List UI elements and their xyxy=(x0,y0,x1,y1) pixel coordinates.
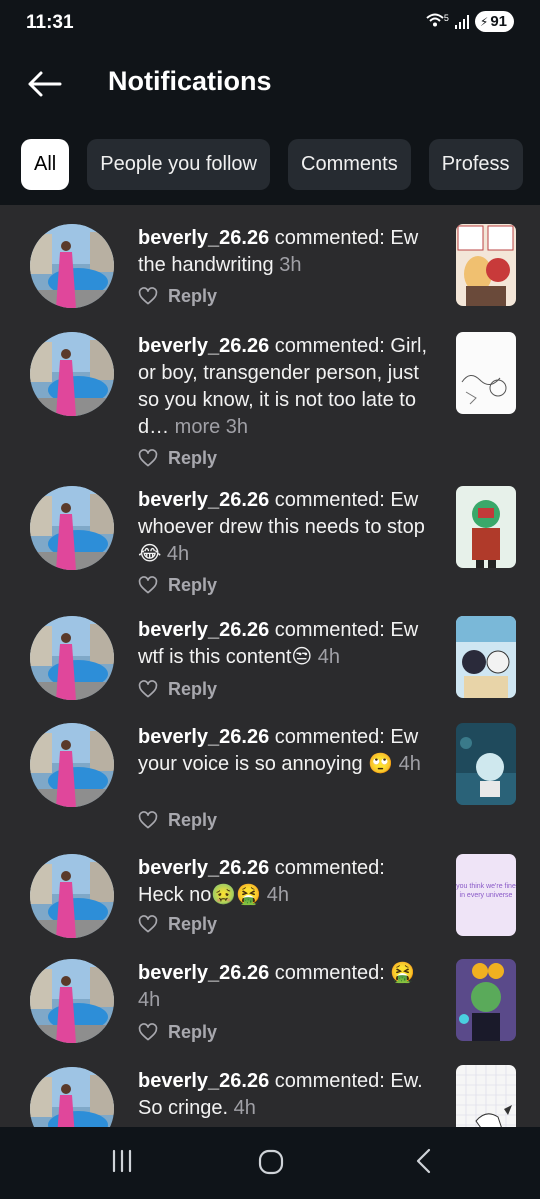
status-time: 11:31 xyxy=(26,12,74,33)
back-arrow-icon[interactable] xyxy=(24,64,64,104)
reply-button[interactable]: Reply xyxy=(168,914,217,935)
notification-text: beverly_26.26 commented: Ew wtf is this … xyxy=(138,617,430,671)
tab-comments[interactable]: Comments xyxy=(288,139,411,190)
notification-text: beverly_26.26 commented: Ew the handwrit… xyxy=(138,225,430,279)
page-title: Notifications xyxy=(108,66,272,96)
post-thumbnail[interactable]: you think we're fine in every universe xyxy=(456,854,516,936)
signal-icon xyxy=(454,14,469,29)
post-thumbnail[interactable] xyxy=(456,723,516,805)
notification-text: beverly_26.26 commented: Ew. So cringe. … xyxy=(138,1068,430,1122)
top-area: 11:31 5 ⚡ 91 Notifications All People yo… xyxy=(0,0,540,205)
avatar[interactable] xyxy=(30,854,114,938)
timestamp: 4h xyxy=(228,1097,256,1119)
heart-icon[interactable] xyxy=(138,914,158,935)
reply-row: Reply xyxy=(138,448,217,469)
timestamp: 4h xyxy=(312,646,341,668)
thumbnail-caption: you think we're fine in every universe xyxy=(456,883,516,899)
timestamp: 4h xyxy=(161,543,190,565)
username[interactable]: beverly_26.26 xyxy=(138,726,269,748)
notification-text: beverly_26.26 commented: Ew whoever drew… xyxy=(138,487,430,568)
system-navigation-bar xyxy=(0,1127,540,1199)
notification-list: beverly_26.26 commented: Ew the handwrit… xyxy=(0,205,540,1127)
notification-text: beverly_26.26 commented: Ew your voice i… xyxy=(138,724,430,778)
reply-row: Reply xyxy=(138,286,217,307)
avatar[interactable] xyxy=(30,332,114,416)
heart-icon[interactable] xyxy=(138,286,158,307)
reply-button[interactable]: Reply xyxy=(168,679,217,700)
username[interactable]: beverly_26.26 xyxy=(138,857,269,879)
wifi-badge: 5 xyxy=(443,12,449,23)
comment-text: Heck no🤢🤮 xyxy=(138,884,262,906)
action-text: commented: xyxy=(269,857,385,879)
reply-row: Reply xyxy=(138,679,217,700)
reply-row: Reply xyxy=(138,1022,217,1043)
reply-button[interactable]: Reply xyxy=(168,575,217,596)
status-bar: 11:31 5 ⚡ 91 xyxy=(0,0,540,48)
username[interactable]: beverly_26.26 xyxy=(138,227,269,249)
timestamp: 3h xyxy=(273,254,302,276)
avatar[interactable] xyxy=(30,616,114,700)
battery-indicator: ⚡ 91 xyxy=(474,11,514,32)
heart-icon[interactable] xyxy=(138,679,158,700)
notification-text: beverly_26.26 commented: 🤮 4h xyxy=(138,960,430,1014)
action-text: commented: xyxy=(269,1070,385,1092)
action-text: commented: xyxy=(269,489,385,511)
post-thumbnail[interactable] xyxy=(456,959,516,1041)
post-thumbnail[interactable] xyxy=(456,616,516,698)
tab-all[interactable]: All xyxy=(21,139,70,190)
avatar[interactable] xyxy=(30,486,114,570)
more-link[interactable]: more xyxy=(169,416,221,438)
action-text: commented: xyxy=(269,335,385,357)
username[interactable]: beverly_26.26 xyxy=(138,335,269,357)
home-icon[interactable] xyxy=(256,1147,286,1182)
post-thumbnail[interactable] xyxy=(456,1065,516,1127)
reply-button[interactable]: Reply xyxy=(168,810,217,831)
heart-icon[interactable] xyxy=(138,448,158,469)
reply-row: Reply xyxy=(138,914,217,935)
post-thumbnail[interactable] xyxy=(456,332,516,414)
timestamp: 4h xyxy=(393,753,421,775)
username[interactable]: beverly_26.26 xyxy=(138,1070,269,1092)
tab-professional[interactable]: Profess xyxy=(428,139,523,190)
app-bar: Notifications xyxy=(0,48,540,120)
status-icons: 5 ⚡ 91 xyxy=(426,11,514,32)
charging-icon: ⚡ xyxy=(479,14,489,29)
comment-text: 🤮 xyxy=(384,962,416,984)
post-thumbnail[interactable] xyxy=(456,486,516,568)
reply-row: Reply xyxy=(138,810,217,831)
timestamp: 4h xyxy=(138,989,161,1011)
battery-level: 91 xyxy=(490,13,507,30)
username[interactable]: beverly_26.26 xyxy=(138,619,269,641)
avatar[interactable] xyxy=(30,723,114,807)
action-text: commented: xyxy=(269,962,385,984)
action-text: commented: xyxy=(269,227,385,249)
avatar[interactable] xyxy=(30,224,114,308)
timestamp: 3h xyxy=(220,416,249,438)
username[interactable]: beverly_26.26 xyxy=(138,962,269,984)
heart-icon[interactable] xyxy=(138,810,158,831)
timestamp: 4h xyxy=(261,884,289,906)
notification-text: beverly_26.26 commented: Heck no🤢🤮 4h xyxy=(138,855,430,909)
heart-icon[interactable] xyxy=(138,575,158,596)
filter-tabs: All People you follow Comments Profess xyxy=(21,139,523,190)
action-text: commented: xyxy=(269,619,385,641)
reply-row: Reply xyxy=(138,575,217,596)
avatar[interactable] xyxy=(30,959,114,1043)
notification-text: beverly_26.26 commented: Girl, or boy, t… xyxy=(138,333,430,441)
username[interactable]: beverly_26.26 xyxy=(138,489,269,511)
avatar[interactable] xyxy=(30,1067,114,1127)
reply-button[interactable]: Reply xyxy=(168,448,217,469)
tab-people-you-follow[interactable]: People you follow xyxy=(87,139,271,190)
back-nav-icon[interactable] xyxy=(410,1147,438,1180)
recent-apps-icon[interactable] xyxy=(108,1147,136,1180)
action-text: commented: xyxy=(269,726,385,748)
reply-button[interactable]: Reply xyxy=(168,1022,217,1043)
reply-button[interactable]: Reply xyxy=(168,286,217,307)
wifi-icon xyxy=(426,13,444,31)
post-thumbnail[interactable] xyxy=(456,224,516,306)
heart-icon[interactable] xyxy=(138,1022,158,1043)
